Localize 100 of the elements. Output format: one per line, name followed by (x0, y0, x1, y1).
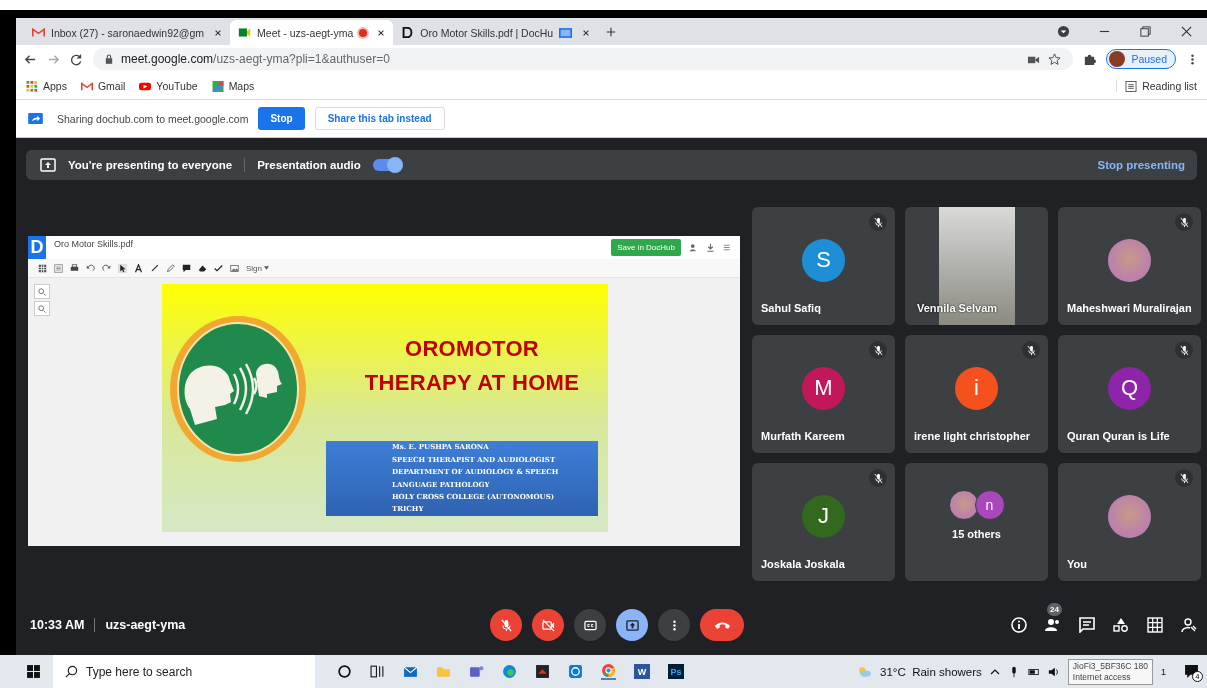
sign-menu-button[interactable]: Sign (246, 263, 269, 273)
grid-icon[interactable] (1147, 617, 1163, 633)
stop-button[interactable]: Stop (258, 107, 305, 130)
tab-title: Meet - uzs-aegt-yma (257, 26, 354, 39)
screen-share-icon (28, 113, 43, 124)
avatar-circle: S (802, 238, 845, 282)
bookmark-link[interactable]: Gmail (80, 80, 126, 92)
task-view-icon[interactable] (370, 664, 385, 679)
avatar-circle: n (974, 490, 1005, 520)
people-icon (1045, 617, 1061, 633)
close-tab-icon[interactable] (582, 28, 591, 37)
info-icon[interactable] (1011, 617, 1027, 633)
share-tab-button[interactable]: Share this tab instead (314, 107, 445, 130)
pointer-icon[interactable] (118, 263, 127, 273)
audio-toggle[interactable] (372, 159, 401, 171)
bookmark-link[interactable]: Apps (26, 80, 67, 92)
text-tool-icon[interactable] (134, 263, 143, 273)
teams-icon[interactable] (469, 664, 484, 679)
avatar-photo-placeholder (1108, 238, 1151, 282)
reading-list-link[interactable]: Reading list (1116, 80, 1197, 92)
close-tab-icon[interactable] (377, 28, 386, 37)
close-icon[interactable] (1180, 25, 1193, 38)
chat-icon[interactable] (1079, 617, 1095, 633)
speaker-icon (1047, 665, 1060, 678)
new-tab-icon[interactable] (606, 26, 617, 37)
profile-button[interactable]: Paused (1106, 49, 1176, 69)
share-user-icon[interactable] (689, 243, 698, 252)
pen-icon[interactable] (150, 263, 159, 273)
windows-start-icon[interactable] (26, 664, 41, 679)
grid-icon[interactable] (38, 263, 47, 273)
game-app-icon[interactable] (535, 664, 550, 679)
chat-app-icon[interactable] (568, 664, 583, 679)
reload-icon[interactable] (70, 52, 83, 66)
zoom-in-icon (38, 287, 46, 296)
word-app-icon[interactable]: W (634, 664, 650, 679)
tooltip-line: JioFi3_5BF36C 180 (1072, 660, 1148, 672)
captions-button[interactable] (574, 609, 606, 641)
taskbar-search-field[interactable]: Type here to search (53, 655, 315, 688)
restore-icon[interactable] (1139, 25, 1152, 38)
audio-label: Presentation audio (257, 159, 361, 171)
chrome-icon[interactable] (601, 663, 616, 680)
presenting-message: You're presenting to everyone (68, 159, 233, 171)
shapes-icon[interactable] (1113, 617, 1129, 633)
comment-icon[interactable] (182, 263, 191, 273)
url-text: meet.google.com/uzs-aegt-yma?pli=1&authuser=0 (121, 52, 390, 66)
redo-icon[interactable] (102, 263, 111, 273)
stop-presenting-link[interactable]: Stop presenting (1097, 159, 1185, 171)
photoshop-app-icon[interactable]: Ps (668, 664, 684, 679)
undo-icon[interactable] (86, 263, 95, 273)
present-icon (40, 158, 56, 172)
meeting-time: 10:33 AM (30, 618, 85, 632)
browser-tab[interactable]: Inbox (27) - saronaedwin92@gm (24, 20, 231, 45)
zoom-out-icon (38, 304, 46, 313)
bookmark-link[interactable]: Maps (211, 80, 255, 92)
map-icon (211, 80, 224, 92)
puzzle-icon[interactable] (1083, 52, 1097, 66)
weather-icon (857, 664, 873, 679)
host-controls-icon[interactable] (1181, 617, 1197, 633)
file-name: Oro Motor Skills.pdf (54, 239, 134, 249)
print-icon[interactable] (70, 263, 79, 273)
list-icon[interactable] (54, 263, 63, 273)
gmail-icon (80, 80, 93, 92)
close-tab-icon[interactable] (214, 28, 223, 37)
download-icon[interactable] (706, 243, 715, 252)
list-icon (1125, 80, 1138, 92)
play-button-icon (139, 80, 152, 92)
hangup-button[interactable] (700, 609, 744, 641)
weather-text: 31°C Rain showers (880, 665, 982, 678)
image-icon[interactable] (230, 263, 239, 273)
tab-title: Inbox (27) - saronaedwin92@gm (51, 26, 205, 39)
participant-name: irene light christopher (914, 430, 1031, 442)
cortana-circle-icon[interactable] (337, 664, 352, 679)
present-button[interactable] (616, 609, 648, 641)
zoom-in-button[interactable] (34, 284, 50, 299)
check-icon[interactable] (214, 263, 223, 273)
mail-icon[interactable] (403, 664, 418, 679)
slide-title: OROMOTOR THERAPY AT HOME (363, 335, 581, 397)
gmail-icon (32, 27, 45, 38)
participant-count-badge: 24 (1047, 603, 1062, 616)
meeting-code: uzs-aegt-yma (105, 618, 186, 632)
phone-icon (713, 620, 731, 630)
participant-name: Maheshwari Muralirajan (1067, 302, 1192, 314)
address-bar[interactable]: meet.google.com/uzs-aegt-yma?pli=1&authuser=0 (93, 48, 1074, 70)
more-button[interactable] (658, 609, 690, 641)
eraser-icon[interactable] (198, 263, 207, 273)
pencil-icon[interactable] (166, 263, 175, 273)
tray-caret-icon[interactable] (989, 668, 1000, 675)
browser-tab[interactable]: Meet - uzs-aegt-yma (230, 20, 394, 45)
bookmark-link[interactable]: YouTube (139, 80, 198, 92)
tab-search-icon[interactable] (1057, 25, 1070, 38)
star-icon[interactable] (1048, 52, 1062, 66)
mic-button[interactable] (490, 609, 522, 641)
microphone-icon (499, 618, 513, 632)
camera-button[interactable] (532, 609, 564, 641)
avatar-photo-placeholder (1108, 494, 1151, 538)
edge-browser-icon[interactable] (502, 664, 517, 679)
browser-tab[interactable]: Oro Motor Skills.pdf | DocHu (393, 20, 599, 45)
avatar-circle: J (802, 494, 845, 538)
zoom-out-button[interactable] (34, 301, 50, 316)
tab-title: Oro Motor Skills.pdf | DocHu (420, 26, 554, 39)
